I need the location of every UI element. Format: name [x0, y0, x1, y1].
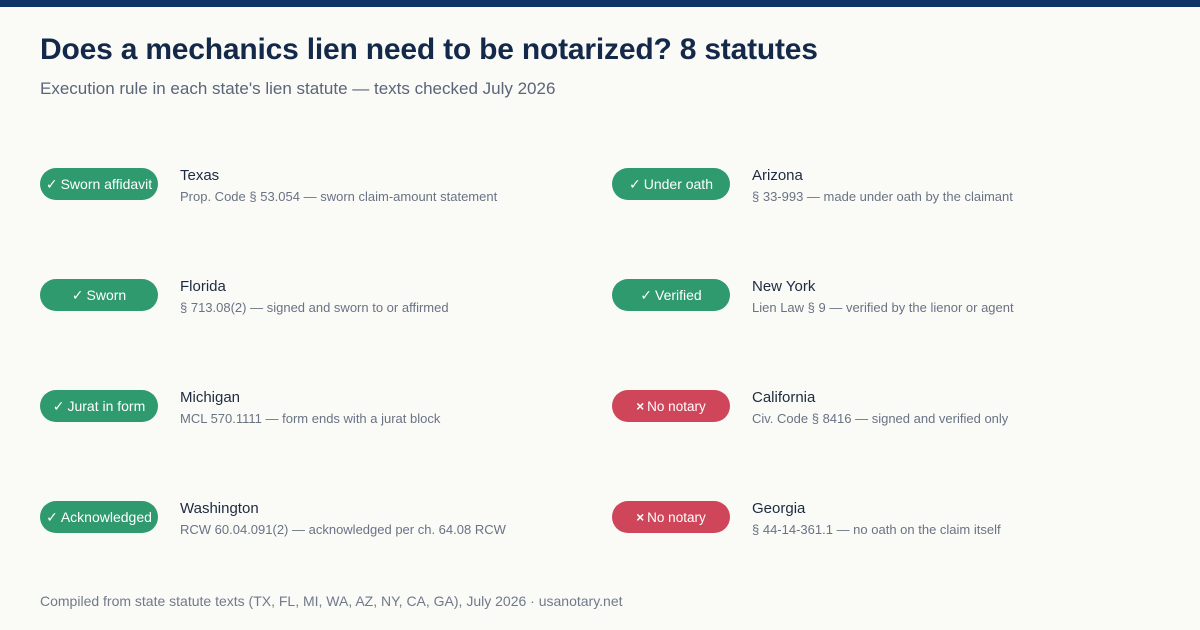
- statute-citation: Lien Law § 9 — verified by the lienor or…: [752, 300, 1014, 315]
- check-icon: ✓: [71, 286, 84, 303]
- statute-entry-florida: ✓ Sworn Florida § 713.08(2) — signed and…: [40, 264, 580, 334]
- status-badge: ✓ Jurat in form: [40, 390, 158, 422]
- statute-entry-new-york: ✓ Verified New York Lien Law § 9 — verif…: [612, 264, 1152, 334]
- check-icon: ✓: [45, 175, 58, 192]
- status-badge-label: Jurat in form: [67, 398, 146, 414]
- statute-entry-arizona: ✓ Under oath Arizona § 33-993 — made und…: [612, 153, 1152, 223]
- statute-citation: Civ. Code § 8416 — signed and verified o…: [752, 411, 1009, 426]
- status-badge-label: Acknowledged: [60, 509, 152, 525]
- page-title: Does a mechanics lien need to be notariz…: [40, 33, 818, 66]
- state-name: Arizona: [752, 167, 803, 184]
- status-badge-label: No notary: [647, 398, 706, 414]
- state-name: California: [752, 389, 816, 406]
- check-icon: ✓: [52, 397, 65, 414]
- status-badge: ✓ Sworn: [40, 279, 158, 311]
- statute-entry-georgia: × No notary Georgia § 44-14-361.1 — no o…: [612, 486, 1152, 556]
- cross-icon: ×: [636, 398, 645, 414]
- status-badge: ✓ Acknowledged: [40, 501, 158, 533]
- statute-citation: MCL 570.1111 — form ends with a jurat bl…: [180, 411, 441, 426]
- state-name: Michigan: [180, 389, 241, 406]
- state-name: Florida: [180, 278, 226, 295]
- status-badge-label: Sworn affidavit: [60, 176, 153, 192]
- state-name: Washington: [180, 500, 259, 517]
- status-badge: ✓ Verified: [612, 279, 730, 311]
- statute-citation: § 44-14-361.1 — no oath on the claim its…: [752, 522, 1001, 537]
- statute-entry-california: × No notary California Civ. Code § 8416 …: [612, 375, 1152, 445]
- state-name: New York: [752, 278, 816, 295]
- check-icon: ✓: [628, 175, 641, 192]
- status-badge-label: Under oath: [643, 176, 713, 192]
- statute-citation: Prop. Code § 53.054 — sworn claim-amount…: [180, 189, 498, 204]
- state-name: Georgia: [752, 500, 806, 517]
- statute-citation: § 713.08(2) — signed and sworn to or aff…: [180, 300, 449, 315]
- status-badge-label: No notary: [647, 509, 706, 525]
- statute-entry-texas: ✓ Sworn affidavit Texas Prop. Code § 53.…: [40, 153, 580, 223]
- source-footer: Compiled from state statute texts (TX, F…: [40, 593, 623, 609]
- check-icon: ✓: [46, 508, 58, 525]
- statute-citation: RCW 60.04.091(2) — acknowledged per ch. …: [180, 522, 506, 537]
- status-badge: ✓ Sworn affidavit: [40, 168, 158, 200]
- statute-entry-washington: ✓ Acknowledged Washington RCW 60.04.091(…: [40, 486, 580, 556]
- status-badge-label: Sworn: [86, 287, 127, 303]
- statute-citation: § 33-993 — made under oath by the claima…: [752, 189, 1013, 204]
- status-badge-label: Verified: [655, 287, 702, 303]
- cross-icon: ×: [636, 509, 645, 525]
- status-badge: ✓ Under oath: [612, 168, 730, 200]
- page-subtitle: Execution rule in each state's lien stat…: [40, 79, 556, 98]
- statute-entry-michigan: ✓ Jurat in form Michigan MCL 570.1111 — …: [40, 375, 580, 445]
- top-accent-bar: [0, 0, 1200, 7]
- status-badge: × No notary: [612, 390, 730, 422]
- state-name: Texas: [180, 167, 220, 184]
- status-badge: × No notary: [612, 501, 730, 533]
- check-icon: ✓: [640, 286, 653, 303]
